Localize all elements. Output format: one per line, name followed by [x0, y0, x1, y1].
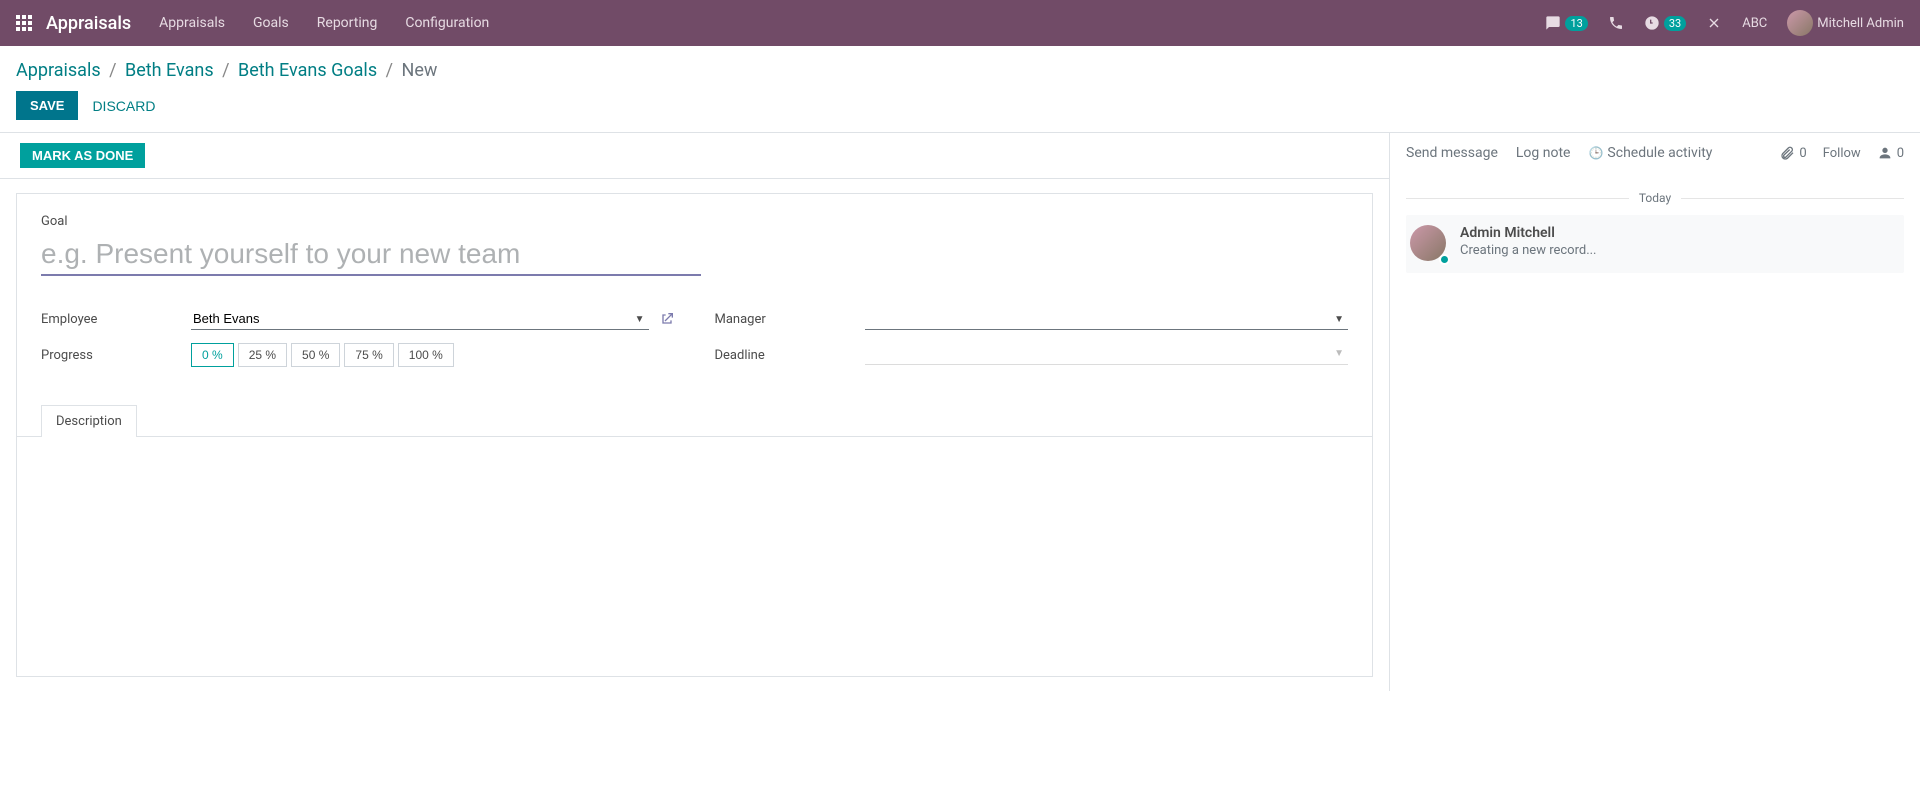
progress-100[interactable]: 100 %: [398, 343, 454, 367]
clock-icon: 🕒: [1588, 146, 1603, 160]
progress-0[interactable]: 0 %: [191, 343, 234, 367]
goal-label: Goal: [41, 214, 1348, 229]
date-separator: Today: [1406, 191, 1904, 205]
tab-description[interactable]: Description: [41, 405, 137, 437]
breadcrumb-beth-evans[interactable]: Beth Evans: [125, 60, 214, 81]
phone-icon: [1608, 15, 1624, 31]
deadline-input[interactable]: ▼: [865, 345, 1349, 365]
messages-indicator[interactable]: 13: [1545, 15, 1587, 31]
employee-input[interactable]: [191, 308, 649, 330]
nav-configuration[interactable]: Configuration: [405, 15, 489, 31]
progress-75[interactable]: 75 %: [344, 343, 393, 367]
log-note-button[interactable]: Log note: [1516, 145, 1571, 161]
message-text: Creating a new record...: [1460, 243, 1597, 258]
external-link-icon[interactable]: [659, 311, 675, 327]
followers-button[interactable]: 0: [1877, 145, 1904, 161]
schedule-activity-button[interactable]: 🕒Schedule activity: [1588, 145, 1712, 161]
manager-input[interactable]: [865, 308, 1349, 330]
description-content[interactable]: [17, 436, 1372, 676]
message-item: Admin Mitchell Creating a new record...: [1406, 215, 1904, 273]
chevron-down-icon: ▼: [1334, 348, 1344, 359]
discard-button[interactable]: DISCARD: [92, 98, 155, 114]
breadcrumb-current: New: [401, 60, 437, 81]
user-name: Mitchell Admin: [1817, 16, 1904, 31]
phone-indicator[interactable]: [1608, 15, 1624, 31]
chatter-panel: Send message Log note 🕒Schedule activity…: [1390, 133, 1920, 691]
company-switcher[interactable]: ABC: [1742, 16, 1767, 31]
progress-label: Progress: [41, 348, 191, 363]
form-view: MARK AS DONE Goal Employee ▼: [0, 133, 1390, 691]
activities-count: 33: [1664, 16, 1686, 31]
goal-input[interactable]: [41, 235, 701, 276]
user-avatar: [1787, 10, 1813, 36]
main-menu: Appraisals Goals Reporting Configuration: [159, 15, 489, 31]
app-name: Appraisals: [46, 13, 131, 34]
progress-options: 0 % 25 % 50 % 75 % 100 %: [191, 343, 454, 367]
clock-icon: [1644, 15, 1660, 31]
breadcrumb-goals[interactable]: Beth Evans Goals: [238, 60, 377, 81]
activities-indicator[interactable]: 33: [1644, 15, 1686, 31]
progress-50[interactable]: 50 %: [291, 343, 340, 367]
breadcrumb-appraisals[interactable]: Appraisals: [16, 60, 101, 81]
attachments-button[interactable]: 0: [1779, 145, 1806, 161]
top-nav-bar: Appraisals Appraisals Goals Reporting Co…: [0, 0, 1920, 46]
messages-count: 13: [1565, 16, 1587, 31]
manager-label: Manager: [715, 312, 865, 327]
employee-label: Employee: [41, 312, 191, 327]
apps-icon[interactable]: [16, 15, 32, 31]
chat-icon: [1545, 15, 1561, 31]
message-author: Admin Mitchell: [1460, 225, 1597, 241]
close-icon: [1706, 15, 1722, 31]
nav-appraisals[interactable]: Appraisals: [159, 15, 225, 31]
person-icon: [1877, 145, 1893, 161]
breadcrumb: Appraisals / Beth Evans / Beth Evans Goa…: [0, 46, 1920, 91]
deadline-label: Deadline: [715, 348, 865, 363]
nav-goals[interactable]: Goals: [253, 15, 289, 31]
progress-25[interactable]: 25 %: [238, 343, 287, 367]
follow-button[interactable]: Follow: [1823, 146, 1861, 161]
presence-indicator: [1439, 254, 1450, 265]
mark-done-button[interactable]: MARK AS DONE: [20, 143, 145, 168]
close-button[interactable]: [1706, 15, 1722, 31]
paperclip-icon: [1779, 145, 1795, 161]
nav-reporting[interactable]: Reporting: [317, 15, 378, 31]
save-button[interactable]: SAVE: [16, 91, 78, 120]
user-menu[interactable]: Mitchell Admin: [1787, 10, 1904, 36]
send-message-button[interactable]: Send message: [1406, 145, 1498, 161]
